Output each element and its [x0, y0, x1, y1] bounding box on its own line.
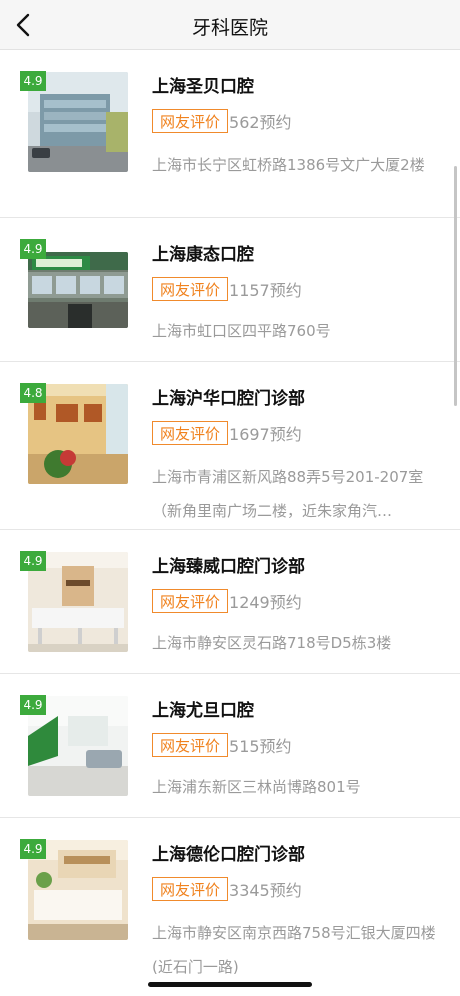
rating-badge: 4.9 — [20, 839, 46, 859]
clinic-address: 上海市静安区灵石路718号D5栋3楼 — [152, 634, 392, 652]
review-tag[interactable]: 网友评价 — [152, 109, 229, 133]
scrollbar[interactable] — [454, 166, 457, 406]
clinic-name: 上海康态口腔 — [152, 245, 254, 265]
booking-count: 515预约 — [229, 737, 292, 756]
clinic-address: 上海浦东新区三林尚博路801号 — [152, 778, 361, 796]
clinic-item[interactable]: 4.9 上海圣贝口腔 网友评价 562预约 上海市长宁区虹桥路1386号文广大厦… — [0, 50, 460, 218]
review-tag[interactable]: 网友评价 — [152, 733, 229, 757]
clinic-meta: 网友评价 562预约 — [152, 108, 292, 134]
clinic-item[interactable]: 4.9 上海德伦口腔门诊部 网友评价 3345预约 上海市静安区南京西路758号… — [0, 818, 460, 986]
clinic-list: 4.9 上海圣贝口腔 网友评价 562预约 上海市长宁区虹桥路1386号文广大厦… — [0, 50, 460, 986]
clinic-meta: 网友评价 1157预约 — [152, 276, 302, 302]
rating-badge: 4.9 — [20, 71, 46, 91]
review-tag[interactable]: 网友评价 — [152, 877, 229, 901]
clinic-item[interactable]: 4.9 上海康态口腔 网友评价 1157预约 上海市虹口区四平路760号 — [0, 218, 460, 362]
rating-badge: 4.9 — [20, 239, 46, 259]
clinic-meta: 网友评价 1697预约 — [152, 420, 302, 446]
rating-badge: 4.8 — [20, 383, 46, 403]
clinic-name: 上海沪华口腔门诊部 — [152, 389, 305, 409]
clinic-meta: 网友评价 515预约 — [152, 732, 292, 758]
clinic-meta: 网友评价 3345预约 — [152, 876, 302, 902]
clinic-meta: 网友评价 1249预约 — [152, 588, 302, 614]
review-tag[interactable]: 网友评价 — [152, 277, 229, 301]
rating-badge: 4.9 — [20, 551, 46, 571]
clinic-address: 上海市虹口区四平路760号 — [152, 322, 331, 340]
booking-count: 1157预约 — [229, 281, 302, 300]
clinic-name: 上海尤旦口腔 — [152, 701, 254, 721]
page-title: 牙科医院 — [191, 17, 268, 39]
rating-badge: 4.9 — [20, 695, 46, 715]
review-tag[interactable]: 网友评价 — [152, 589, 229, 613]
clinic-item[interactable]: 4.9 上海臻威口腔门诊部 网友评价 1249预约 上海市静安区灵石路718号D… — [0, 530, 460, 674]
clinic-item[interactable]: 4.9 上海尤旦口腔 网友评价 515预约 上海浦东新区三林尚博路801号 — [0, 674, 460, 818]
booking-count: 3345预约 — [229, 881, 302, 900]
clinic-name: 上海圣贝口腔 — [152, 77, 254, 97]
nav-bar: 牙科医院 — [0, 0, 460, 50]
clinic-address: 上海市静安区南京西路758号汇银大厦四楼(近石门一路) — [152, 924, 436, 976]
clinic-name: 上海德伦口腔门诊部 — [152, 845, 305, 865]
clinic-address: 上海市青浦区新风路88弄5号201-207室（新角里南广场二楼，近朱家角汽… — [152, 468, 424, 520]
clinic-photo — [28, 252, 128, 328]
clinic-address: 上海市长宁区虹桥路1386号文广大厦2楼 — [152, 156, 425, 174]
clinic-item[interactable]: 4.8 上海沪华口腔门诊部 网友评价 1697预约 上海市青浦区新风路88弄5号… — [0, 362, 460, 530]
clinic-name: 上海臻威口腔门诊部 — [152, 557, 305, 577]
booking-count: 1697预约 — [229, 425, 302, 444]
booking-count: 1249预约 — [229, 593, 302, 612]
review-tag[interactable]: 网友评价 — [152, 421, 229, 445]
home-indicator — [148, 982, 312, 987]
booking-count: 562预约 — [229, 113, 292, 132]
